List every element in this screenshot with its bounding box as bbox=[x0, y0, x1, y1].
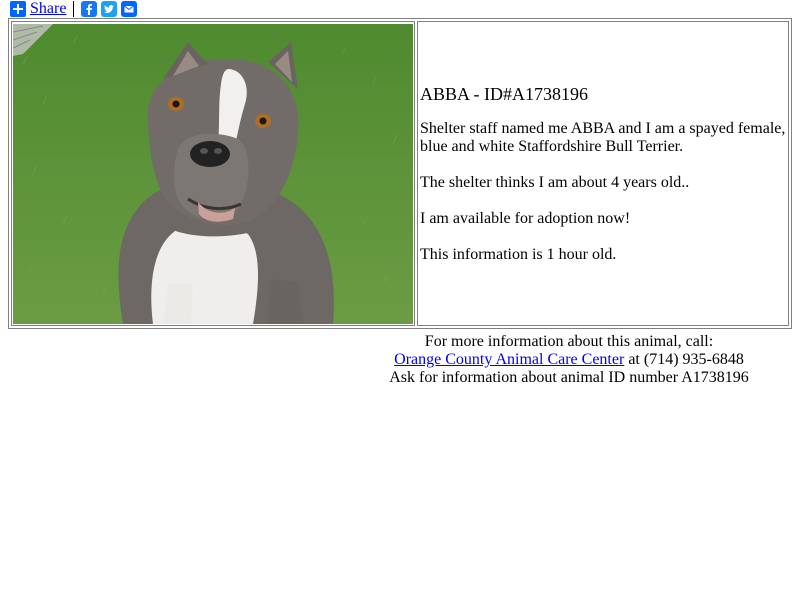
animal-title: ABBA - ID#A1738196 bbox=[420, 83, 589, 104]
share-link[interactable]: Share bbox=[30, 0, 66, 18]
contact-intro: For more information about this animal, … bbox=[424, 333, 714, 350]
animal-availability: I am available for adoption now! bbox=[420, 209, 631, 227]
facebook-icon[interactable] bbox=[81, 1, 98, 17]
info-freshness: This information is 1 hour old. bbox=[420, 245, 617, 263]
contact-id-line: Ask for information about animal ID numb… bbox=[389, 369, 749, 386]
shelter-link[interactable]: Orange County Animal Care Center bbox=[394, 351, 624, 368]
phone-number: (714) 935-6848 bbox=[643, 351, 744, 368]
phone-prefix: at bbox=[624, 351, 644, 368]
share-toolbar: Share bbox=[10, 0, 141, 18]
share-divider bbox=[73, 1, 75, 17]
photo-cell bbox=[11, 21, 415, 326]
email-icon[interactable] bbox=[121, 1, 138, 17]
animal-description: Shelter staff named me ABBA and I am a s… bbox=[420, 119, 786, 155]
animal-details-table: ABBA - ID#A1738196 Shelter staff named m… bbox=[8, 18, 792, 329]
twitter-icon[interactable] bbox=[101, 1, 118, 17]
share-plus-icon[interactable] bbox=[10, 1, 26, 17]
dog-photo bbox=[13, 23, 413, 324]
contact-section: For more information about this animal, … bbox=[360, 333, 778, 387]
animal-age: The shelter thinks I am about 4 years ol… bbox=[420, 173, 690, 191]
contact-center-line: Orange County Animal Care Center at (714… bbox=[360, 351, 778, 369]
info-cell: ABBA - ID#A1738196 Shelter staff named m… bbox=[417, 21, 789, 326]
